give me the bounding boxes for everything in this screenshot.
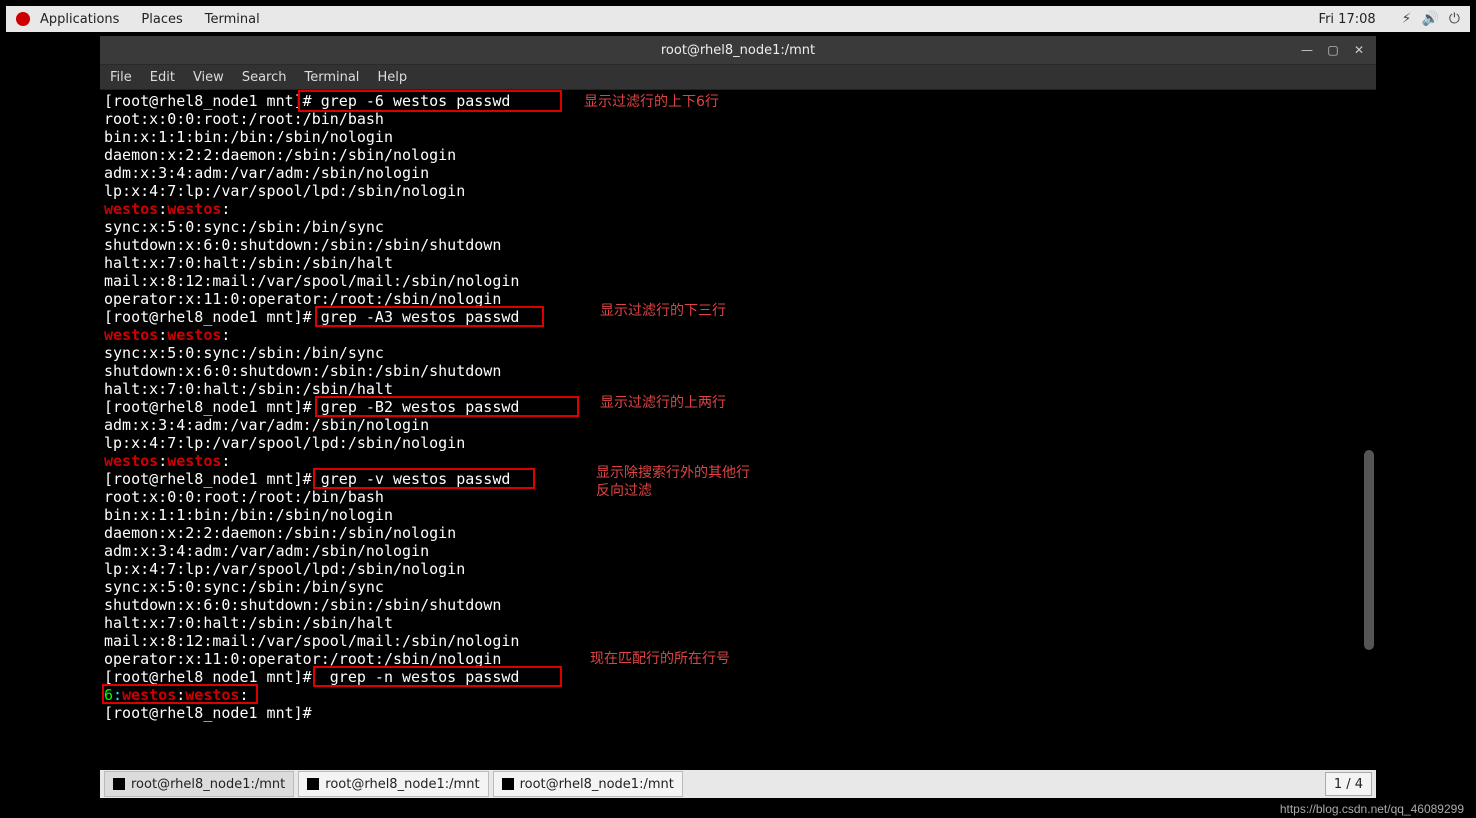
window-controls: — ▢ ✕ [1292,36,1370,64]
annotation-4a: 显示除搜索行外的其他行 [596,462,750,482]
window-title: root@rhel8_node1:/mnt [661,43,815,58]
terminal-menubar: File Edit View Search Terminal Help [100,65,1376,90]
terminal-icon [307,778,319,790]
terminal-icon [502,778,514,790]
gnome-topbar: Applications Places Terminal Fri 17:08 ⚡… [6,6,1470,32]
menu-file[interactable]: File [110,70,132,85]
menu-places[interactable]: Places [141,12,182,27]
menu-view[interactable]: View [193,70,224,85]
highlight-box-5 [313,666,562,687]
power-icon[interactable]: ⏻ [1449,11,1460,27]
terminal-window: root@rhel8_node1:/mnt — ▢ ✕ File Edit Vi… [100,36,1376,780]
menu-terminal-sub[interactable]: Terminal [304,70,359,85]
terminal-icon [113,778,125,790]
terminal-scrollbar[interactable] [1364,130,1374,770]
menu-search[interactable]: Search [242,70,287,85]
highlight-box-2 [315,306,544,327]
minimize-button[interactable]: — [1296,40,1318,60]
network-icon[interactable]: ⚡ [1402,11,1412,27]
taskbar-entry-3[interactable]: root@rhel8_node1:/mnt [493,771,683,797]
taskbar-entry-3-label: root@rhel8_node1:/mnt [520,777,674,792]
highlight-box-1 [298,90,562,112]
window-titlebar[interactable]: root@rhel8_node1:/mnt — ▢ ✕ [100,36,1376,65]
terminal-output: [root@rhel8_node1 mnt]# grep -6 westos p… [100,90,1376,724]
maximize-button[interactable]: ▢ [1322,40,1344,60]
taskbar-entry-1-label: root@rhel8_node1:/mnt [131,777,285,792]
highlight-box-4 [313,468,535,489]
activities-icon[interactable] [16,12,30,26]
volume-icon[interactable]: 🔊 [1421,11,1438,27]
highlight-box-3 [315,396,579,417]
watermark: https://blog.csdn.net/qq_46089299 [1280,802,1464,816]
menu-applications[interactable]: Applications [40,12,119,27]
menu-terminal[interactable]: Terminal [205,12,260,27]
annotation-3: 显示过滤行的上两行 [600,392,726,412]
terminal-area[interactable]: [root@rhel8_node1 mnt]# grep -6 westos p… [100,90,1376,780]
workspace-indicator[interactable]: 1 / 4 [1325,772,1372,796]
screen: Applications Places Terminal Fri 17:08 ⚡… [0,0,1476,818]
menu-edit[interactable]: Edit [150,70,175,85]
clock[interactable]: Fri 17:08 [1319,12,1376,27]
annotation-5: 现在匹配行的所在行号 [590,648,730,668]
taskbar-entry-1[interactable]: root@rhel8_node1:/mnt [104,771,294,797]
close-button[interactable]: ✕ [1348,40,1370,60]
taskbar-entry-2-label: root@rhel8_node1:/mnt [325,777,479,792]
menu-help[interactable]: Help [377,70,407,85]
annotation-1: 显示过滤行的上下6行 [584,91,719,111]
annotation-2: 显示过滤行的下三行 [600,300,726,320]
taskbar-entry-2[interactable]: root@rhel8_node1:/mnt [298,771,488,797]
annotation-4b: 反向过滤 [596,480,652,500]
taskbar: root@rhel8_node1:/mnt root@rhel8_node1:/… [100,770,1376,798]
scrollbar-thumb[interactable] [1364,450,1374,650]
highlight-box-6 [102,684,258,704]
